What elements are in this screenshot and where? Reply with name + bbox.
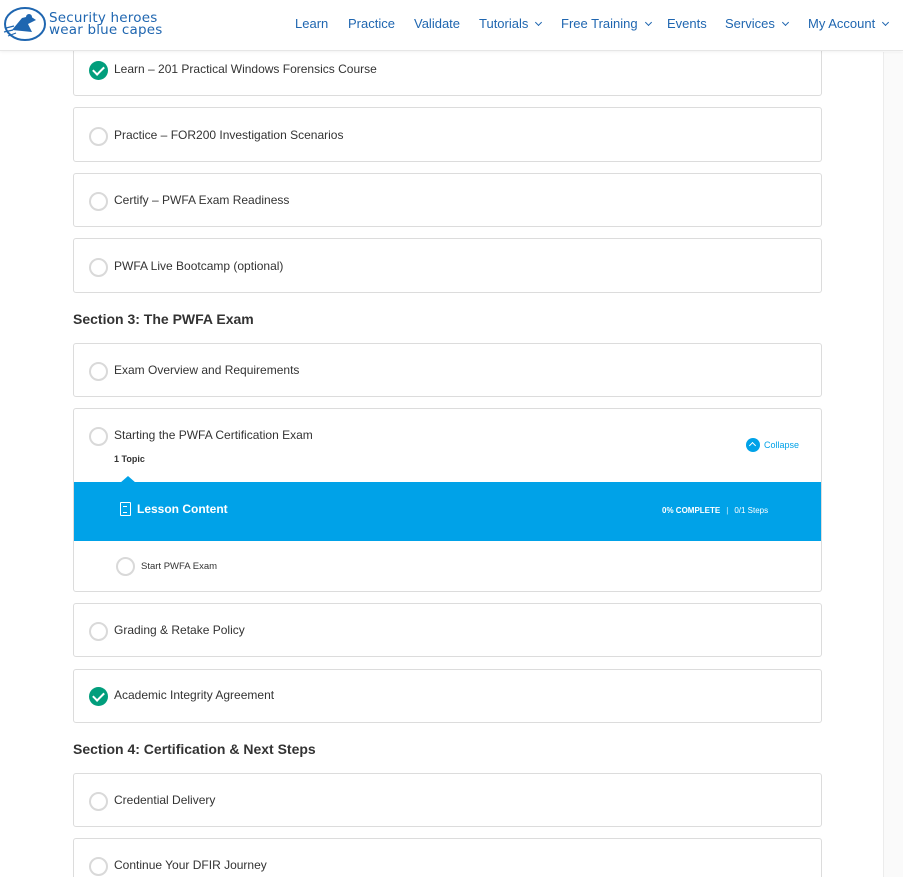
lesson-title: Academic Integrity Agreement — [114, 687, 275, 702]
nav-events[interactable]: Events — [667, 16, 707, 31]
nav-my-account[interactable]: My Account — [808, 16, 890, 31]
lesson-row[interactable]: Academic Integrity Agreement — [73, 669, 822, 723]
section-3-title: Section 3: The PWFA Exam — [73, 311, 254, 327]
lesson-row[interactable]: Starting the PWFA Certification Exam — [89, 427, 313, 446]
nav-events-label: Events — [667, 16, 707, 31]
topic-row[interactable]: Start PWFA Exam — [116, 557, 217, 576]
incomplete-circle-icon — [89, 427, 108, 446]
site-tagline: Security heroes wear blue capes — [49, 11, 163, 38]
lesson-content-label: Lesson Content — [137, 502, 228, 516]
nav-validate-label: Validate — [414, 16, 461, 31]
lesson-title: PWFA Live Bootcamp (optional) — [114, 258, 284, 273]
progress-steps: 0/1 Steps — [734, 506, 769, 515]
incomplete-circle-icon — [116, 557, 135, 576]
site-logo[interactable]: Security heroes wear blue capes — [2, 4, 163, 44]
incomplete-circle-icon — [89, 258, 108, 277]
nav-practice-label: Practice — [348, 16, 395, 31]
incomplete-circle-icon — [89, 362, 108, 381]
lesson-row[interactable]: Continue Your DFIR Journey — [73, 838, 822, 877]
lesson-row[interactable]: Certify – PWFA Exam Readiness — [73, 173, 822, 227]
topic-count: 1 Topic — [114, 454, 145, 464]
lesson-row[interactable]: Exam Overview and Requirements — [73, 343, 822, 397]
lesson-title: Exam Overview and Requirements — [114, 362, 300, 377]
lesson-row[interactable]: PWFA Live Bootcamp (optional) — [73, 238, 822, 293]
document-icon — [120, 502, 131, 516]
nav-learn[interactable]: Learn — [295, 16, 328, 31]
collapse-label: Collapse — [764, 440, 800, 450]
lesson-title: Certify – PWFA Exam Readiness — [114, 192, 290, 207]
nav-validate[interactable]: Validate — [414, 16, 460, 31]
lesson-title: Credential Delivery — [114, 792, 216, 807]
expanded-lesson-card: Starting the PWFA Certification Exam 1 T… — [73, 408, 822, 592]
nav-services[interactable]: Services — [725, 16, 789, 31]
lesson-title: Practice – FOR200 Investigation Scenario… — [114, 127, 344, 142]
nav-learn-label: Learn — [295, 16, 329, 31]
nav-services-label: Services — [725, 16, 775, 31]
collapse-button[interactable]: Collapse — [746, 438, 799, 452]
chevron-down-icon — [781, 18, 789, 26]
progress-percent: 0% COMPLETE — [662, 506, 721, 515]
lesson-row[interactable]: Practice – FOR200 Investigation Scenario… — [73, 107, 822, 162]
chevron-down-icon — [535, 18, 543, 26]
incomplete-circle-icon — [89, 192, 108, 211]
nav-my-account-label: My Account — [808, 16, 876, 31]
nav-free-training-label: Free Training — [561, 16, 638, 31]
nav-practice[interactable]: Practice — [348, 16, 395, 31]
lesson-title: Learn – 201 Practical Windows Forensics … — [114, 61, 377, 76]
superhero-logo-icon — [3, 7, 46, 41]
lesson-progress: 0% COMPLETE | 0/1 Steps — [662, 506, 768, 515]
progress-divider: | — [726, 506, 729, 515]
tagline-line-2: wear blue capes — [49, 22, 163, 38]
chevron-down-icon — [644, 18, 652, 26]
lesson-title: Grading & Retake Policy — [114, 622, 245, 637]
incomplete-circle-icon — [89, 127, 108, 146]
completed-check-icon — [89, 687, 108, 706]
page-scrollbar[interactable] — [883, 52, 903, 877]
nav-tutorials[interactable]: Tutorials — [479, 16, 543, 31]
lesson-content-heading: Lesson Content — [120, 502, 228, 516]
lesson-content-bar: Lesson Content 0% COMPLETE | 0/1 Steps — [74, 482, 821, 541]
section-4-title: Section 4: Certification & Next Steps — [73, 741, 316, 757]
incomplete-circle-icon — [89, 857, 108, 876]
lesson-row[interactable]: Grading & Retake Policy — [73, 603, 822, 657]
lesson-title: Continue Your DFIR Journey — [114, 857, 267, 872]
lesson-title: Starting the PWFA Certification Exam — [114, 427, 313, 442]
incomplete-circle-icon — [89, 622, 108, 641]
topic-title: Start PWFA Exam — [141, 561, 218, 572]
chevron-down-icon — [882, 18, 890, 26]
completed-check-icon — [89, 61, 108, 80]
nav-tutorials-label: Tutorials — [479, 16, 529, 31]
site-header: Security heroes wear blue capes Learn Pr… — [0, 0, 903, 51]
lesson-row[interactable]: Credential Delivery — [73, 773, 822, 827]
incomplete-circle-icon — [89, 792, 108, 811]
nav-free-training[interactable]: Free Training — [561, 16, 652, 31]
chevron-up-icon — [746, 438, 760, 452]
